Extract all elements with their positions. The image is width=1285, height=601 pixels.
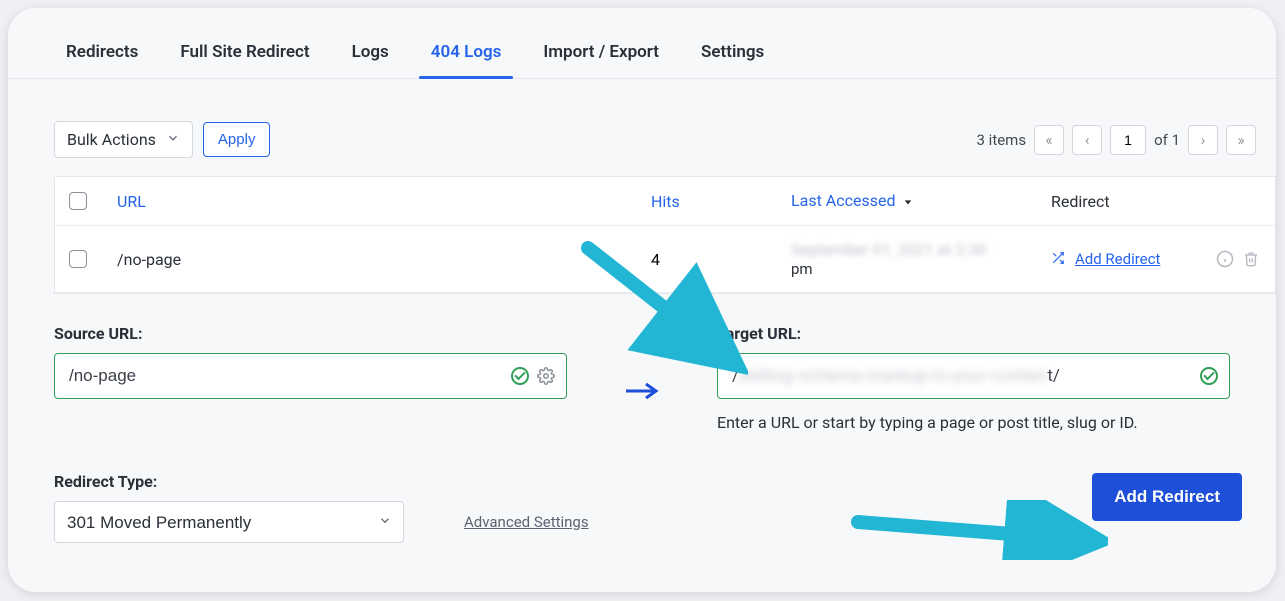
target-url-group: Target URL: / adding-schema-markup-in-yo…: [717, 324, 1230, 432]
col-last-accessed[interactable]: Last Accessed: [791, 191, 1051, 211]
redirect-type-label: Redirect Type:: [54, 472, 404, 491]
source-url-label: Source URL:: [54, 324, 567, 343]
toolbar-left: Bulk Actions Apply: [54, 121, 270, 158]
redirect-type-row: Redirect Type: 301 Moved Permanently Adv…: [54, 472, 1230, 543]
target-url-blur: adding-schema-markup-in-your-conten: [739, 366, 1047, 386]
target-url-helper: Enter a URL or start by typing a page or…: [717, 413, 1230, 432]
gear-icon[interactable]: [537, 367, 555, 385]
shuffle-icon: [1051, 250, 1065, 269]
pagination: 3 items « ‹ of 1 › »: [977, 125, 1256, 155]
tab-import-export[interactable]: Import / Export: [543, 32, 659, 78]
row-checkbox[interactable]: [69, 250, 87, 268]
target-url-label: Target URL:: [717, 324, 1230, 343]
page-of-label: of 1: [1154, 131, 1180, 149]
row-redirect: Add Redirect: [1051, 249, 1261, 269]
col-last-accessed-label: Last Accessed: [791, 191, 895, 210]
tab-settings[interactable]: Settings: [701, 32, 764, 78]
page-first-button[interactable]: «: [1034, 125, 1064, 155]
tab-logs[interactable]: Logs: [352, 32, 389, 78]
toolbar: Bulk Actions Apply 3 items « ‹ of 1 › »: [8, 79, 1276, 176]
tab-full-site-redirect[interactable]: Full Site Redirect: [180, 32, 309, 78]
logs-table: URL Hits Last Accessed Redirect /no-page…: [54, 176, 1276, 294]
bulk-actions-label: Bulk Actions: [67, 130, 156, 149]
tab-bar: Redirects Full Site Redirect Logs 404 Lo…: [8, 32, 1276, 79]
redirect-type-select[interactable]: 301 Moved Permanently: [54, 501, 404, 543]
sort-desc-icon: [903, 192, 913, 211]
add-redirect-button[interactable]: Add Redirect: [1092, 473, 1242, 521]
tab-404-logs[interactable]: 404 Logs: [431, 32, 502, 78]
page-next-button[interactable]: ›: [1188, 125, 1218, 155]
form-row-urls: Source URL: Target URL:: [54, 324, 1230, 432]
redirect-type-group: Redirect Type: 301 Moved Permanently: [54, 472, 404, 543]
apply-button[interactable]: Apply: [203, 122, 271, 157]
advanced-settings-link[interactable]: Advanced Settings: [464, 513, 589, 531]
table-row: /no-page 4 September 01, 2021 at 2:30 pm…: [55, 226, 1275, 293]
source-url-group: Source URL:: [54, 324, 567, 399]
chevron-down-icon: [166, 130, 180, 149]
source-url-input[interactable]: [54, 353, 567, 399]
check-icon: [511, 367, 529, 385]
row-hits: 4: [651, 250, 791, 269]
source-url-input-wrap: [54, 353, 567, 399]
row-last-accessed-date: September 01, 2021 at 2:30: [791, 240, 1051, 259]
select-all-checkbox[interactable]: [69, 192, 87, 210]
col-url[interactable]: URL: [117, 192, 651, 211]
row-last-accessed: September 01, 2021 at 2:30 pm: [791, 240, 1051, 278]
check-icon: [1200, 367, 1218, 385]
redirect-type-select-wrap: 301 Moved Permanently: [54, 501, 404, 543]
page-prev-button[interactable]: ‹: [1072, 125, 1102, 155]
row-url: /no-page: [117, 250, 651, 269]
row-last-accessed-suffix: pm: [791, 260, 813, 278]
target-url-prefix: /: [732, 366, 739, 386]
app-inner: Redirects Full Site Redirect Logs 404 Lo…: [8, 8, 1276, 592]
app-frame: Redirects Full Site Redirect Logs 404 Lo…: [8, 8, 1276, 592]
target-url-input[interactable]: / adding-schema-markup-in-your-conten t/: [717, 353, 1230, 399]
col-hits[interactable]: Hits: [651, 192, 791, 211]
page-last-button[interactable]: »: [1226, 125, 1256, 155]
bulk-actions-select[interactable]: Bulk Actions: [54, 121, 193, 158]
tab-redirects[interactable]: Redirects: [66, 32, 138, 78]
row-actions: [1215, 249, 1261, 269]
redirect-form: Source URL: Target URL:: [8, 294, 1276, 543]
add-redirect-link[interactable]: Add Redirect: [1075, 250, 1160, 268]
target-url-input-wrap: / adding-schema-markup-in-your-conten t/: [717, 353, 1230, 399]
page-current-input[interactable]: [1110, 125, 1146, 155]
table-header-row: URL Hits Last Accessed Redirect: [55, 177, 1275, 226]
trash-icon[interactable]: [1241, 249, 1261, 269]
col-redirect: Redirect: [1051, 192, 1261, 211]
info-icon[interactable]: [1215, 249, 1235, 269]
target-url-suffix: t/: [1047, 366, 1060, 386]
items-count: 3 items: [977, 131, 1027, 149]
